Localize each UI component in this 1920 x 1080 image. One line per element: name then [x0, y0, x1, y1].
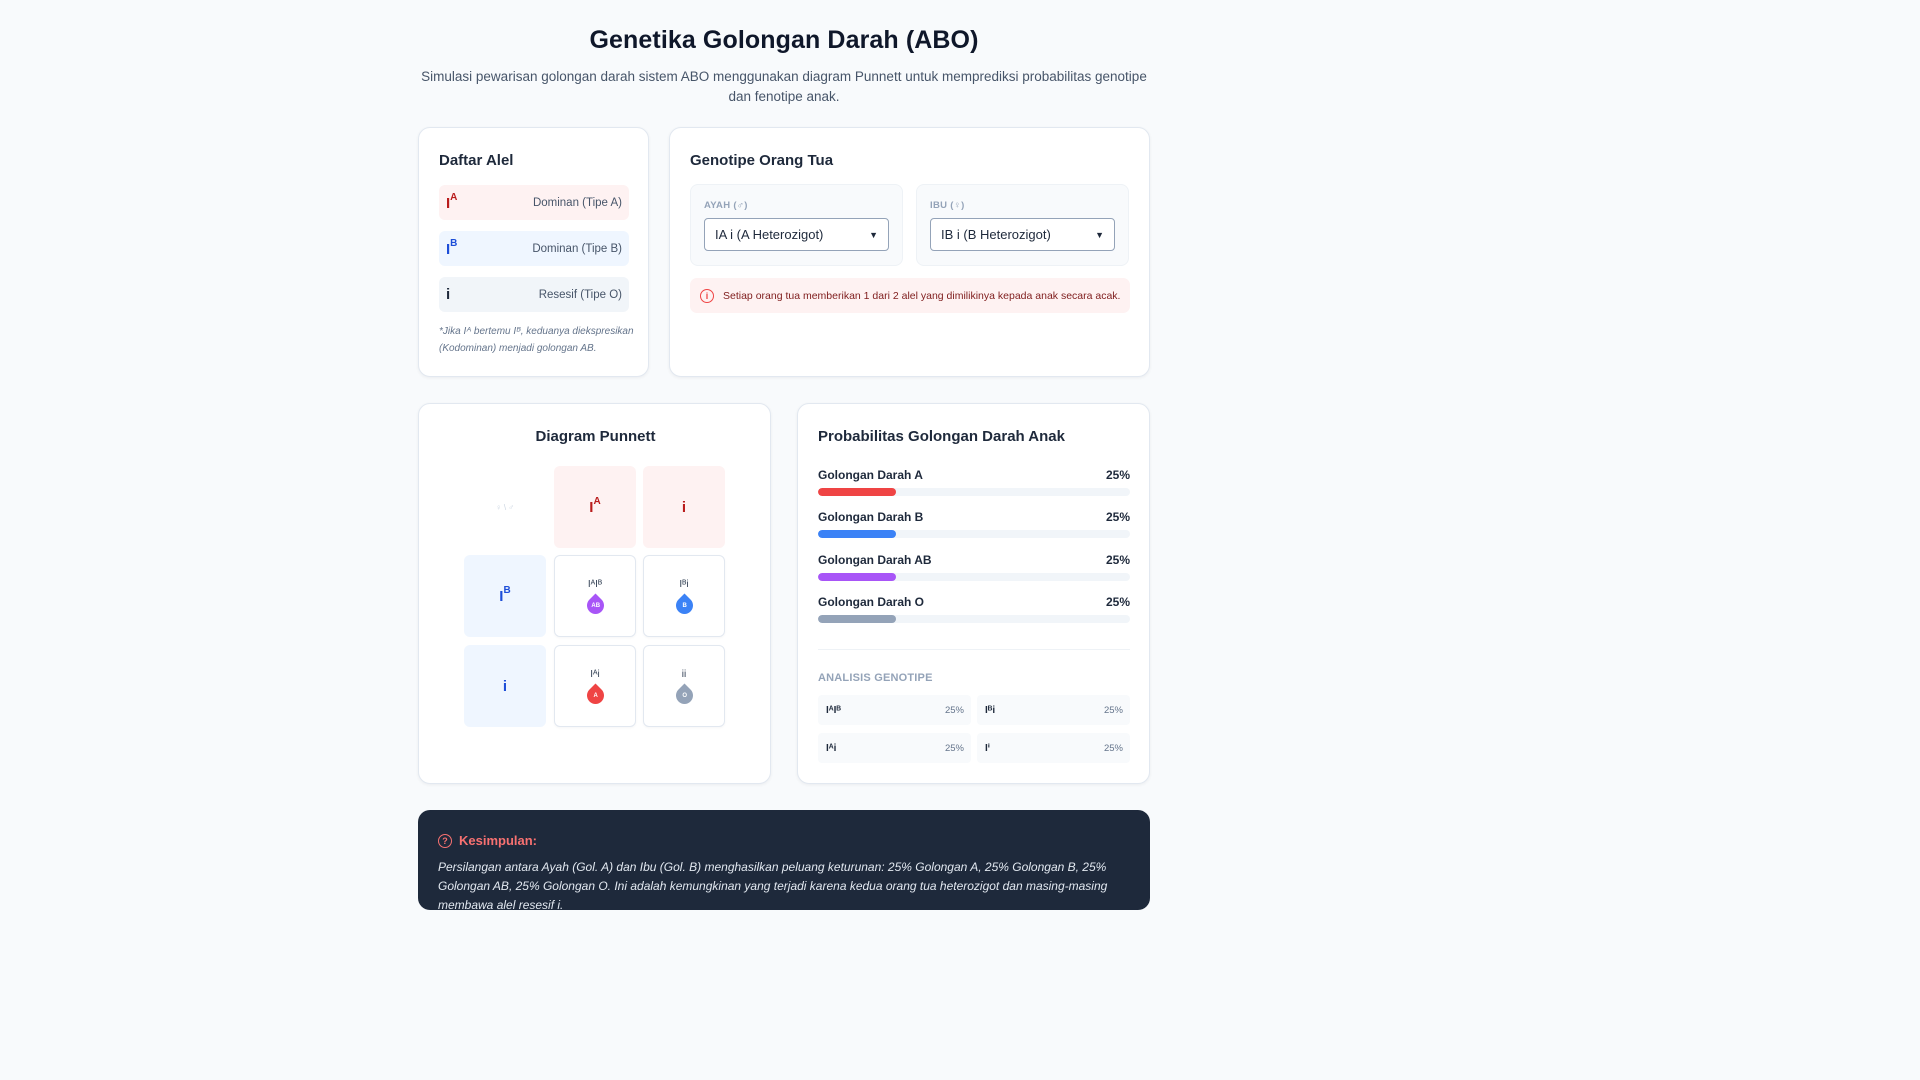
- genotype-item: IᴬIᴮ 25%: [818, 695, 971, 725]
- father-panel: AYAH (♂) IA i (A Heterozigot) ▼: [690, 184, 903, 266]
- chevron-down-icon: ▼: [1095, 229, 1104, 240]
- punnett-row-header-ib: IB: [464, 555, 546, 637]
- page-header: Genetika Golongan Darah (ABO) Simulasi p…: [0, 26, 1568, 106]
- mother-selected-value: IB i (B Heterozigot): [941, 227, 1051, 242]
- mother-panel: IBU (♀) IB i (B Heterozigot) ▼: [916, 184, 1129, 266]
- father-selected-value: IA i (A Heterozigot): [715, 227, 824, 242]
- allele-row-ib: IB Dominan (Tipe B): [439, 231, 629, 266]
- probability-bar: [818, 615, 1130, 623]
- parent-genotype-card: Genotipe Orang Tua AYAH (♂) IA i (A Hete…: [669, 127, 1150, 377]
- probability-row-ab: Golongan Darah AB 25%: [818, 553, 1130, 581]
- probability-label: Golongan Darah A: [818, 468, 923, 482]
- punnett-card: Diagram Punnett ♀ \ ♂ IA i IB i IᴬIᴮ AB …: [418, 403, 771, 784]
- parent-genotype-title: Genotipe Orang Tua: [690, 152, 834, 169]
- probability-percent: 25%: [1105, 595, 1130, 609]
- probability-label: Golongan Darah AB: [818, 553, 932, 567]
- probability-label: Golongan Darah O: [818, 595, 925, 609]
- blood-drop-icon: O: [671, 682, 697, 708]
- mother-genotype-select[interactable]: IB i (B Heterozigot) ▼: [930, 218, 1115, 251]
- father-label: AYAH (♂): [704, 200, 748, 211]
- page-subtitle: Simulasi pewarisan golongan darah sistem…: [421, 69, 1147, 104]
- genotype-item: Iⁱ 25%: [977, 733, 1130, 763]
- probability-bar: [818, 488, 1130, 496]
- allele-list-title: Daftar Alel: [439, 152, 514, 169]
- inheritance-info: i Setiap orang tua memberikan 1 dari 2 a…: [690, 278, 1130, 313]
- conclusion-title: Kesimpulan:: [459, 833, 538, 848]
- conclusion-text: Persilangan antara Ayah (Gol. A) dan Ibu…: [438, 860, 1108, 912]
- section-divider: [818, 649, 1130, 650]
- punnett-col-header-ia: IA: [554, 466, 636, 548]
- allele-row-i: i Resesif (Tipe O): [439, 277, 629, 312]
- probability-title: Probabilitas Golongan Darah Anak: [818, 428, 1065, 445]
- allele-description: Resesif (Tipe O): [538, 288, 622, 301]
- punnett-corner: ♀ \ ♂: [495, 502, 515, 512]
- probability-bar: [818, 573, 1130, 581]
- father-genotype-select[interactable]: IA i (A Heterozigot) ▼: [704, 218, 889, 251]
- question-icon: ?: [438, 833, 452, 848]
- blood-drop-icon: AB: [582, 592, 608, 618]
- genotype-analysis-title: ANALISIS GENOTIPE: [818, 672, 933, 684]
- punnett-col-header-i: i: [643, 466, 725, 548]
- punnett-cell-a: Iᴬi A: [554, 645, 636, 727]
- probability-row-o: Golongan Darah O 25%: [818, 595, 1130, 623]
- blood-drop-icon: A: [582, 682, 608, 708]
- punnett-cell-o: ii O: [643, 645, 725, 727]
- probability-row-a: Golongan Darah A 25%: [818, 468, 1130, 496]
- allele-symbol: IA: [446, 191, 458, 212]
- punnett-cell-ab: IᴬIᴮ AB: [554, 555, 636, 637]
- probability-label: Golongan Darah B: [818, 510, 924, 524]
- allele-row-ia: IA Dominan (Tipe A): [439, 185, 629, 220]
- probability-bar-fill: [818, 488, 896, 496]
- probability-row-b: Golongan Darah B 25%: [818, 510, 1130, 538]
- allele-list-card: Daftar Alel IA Dominan (Tipe A) IB Domin…: [418, 127, 649, 377]
- cell-genotype: Iᴬi: [590, 668, 600, 680]
- probability-card: Probabilitas Golongan Darah Anak Golonga…: [797, 403, 1150, 784]
- genotype-item: Iᴬi 25%: [818, 733, 971, 763]
- blood-drop-icon: B: [671, 592, 697, 618]
- cell-genotype: Iᴮi: [679, 578, 689, 590]
- probability-percent: 25%: [1105, 553, 1130, 567]
- punnett-row-header-i: i: [464, 645, 546, 727]
- codominance-note: *Jika Iᴬ bertemu Iᴮ, keduanya diekspresi…: [439, 326, 634, 354]
- cell-genotype: IᴬIᴮ: [587, 578, 603, 590]
- probability-bar: [818, 530, 1130, 538]
- allele-symbol: IB: [446, 237, 458, 258]
- probability-percent: 25%: [1105, 510, 1130, 524]
- probability-percent: 25%: [1105, 468, 1130, 482]
- punnett-cell-b: Iᴮi B: [643, 555, 725, 637]
- chevron-down-icon: ▼: [869, 229, 878, 240]
- info-icon: i: [700, 288, 714, 303]
- conclusion-panel: ? Kesimpulan: Persilangan antara Ayah (G…: [418, 810, 1150, 912]
- genotype-item: Iᴮi 25%: [977, 695, 1130, 725]
- allele-description: Dominan (Tipe A): [532, 196, 622, 209]
- inheritance-info-text: Setiap orang tua memberikan 1 dari 2 ale…: [723, 289, 1121, 302]
- probability-bar-fill: [818, 615, 896, 623]
- mother-label: IBU (♀): [930, 200, 965, 211]
- page-title: Genetika Golongan Darah (ABO): [589, 26, 979, 54]
- allele-description: Dominan (Tipe B): [532, 242, 622, 255]
- allele-symbol: i: [446, 286, 451, 303]
- probability-bar-fill: [818, 573, 896, 581]
- probability-bar-fill: [818, 530, 896, 538]
- punnett-title: Diagram Punnett: [535, 428, 656, 445]
- cell-genotype: ii: [681, 668, 687, 680]
